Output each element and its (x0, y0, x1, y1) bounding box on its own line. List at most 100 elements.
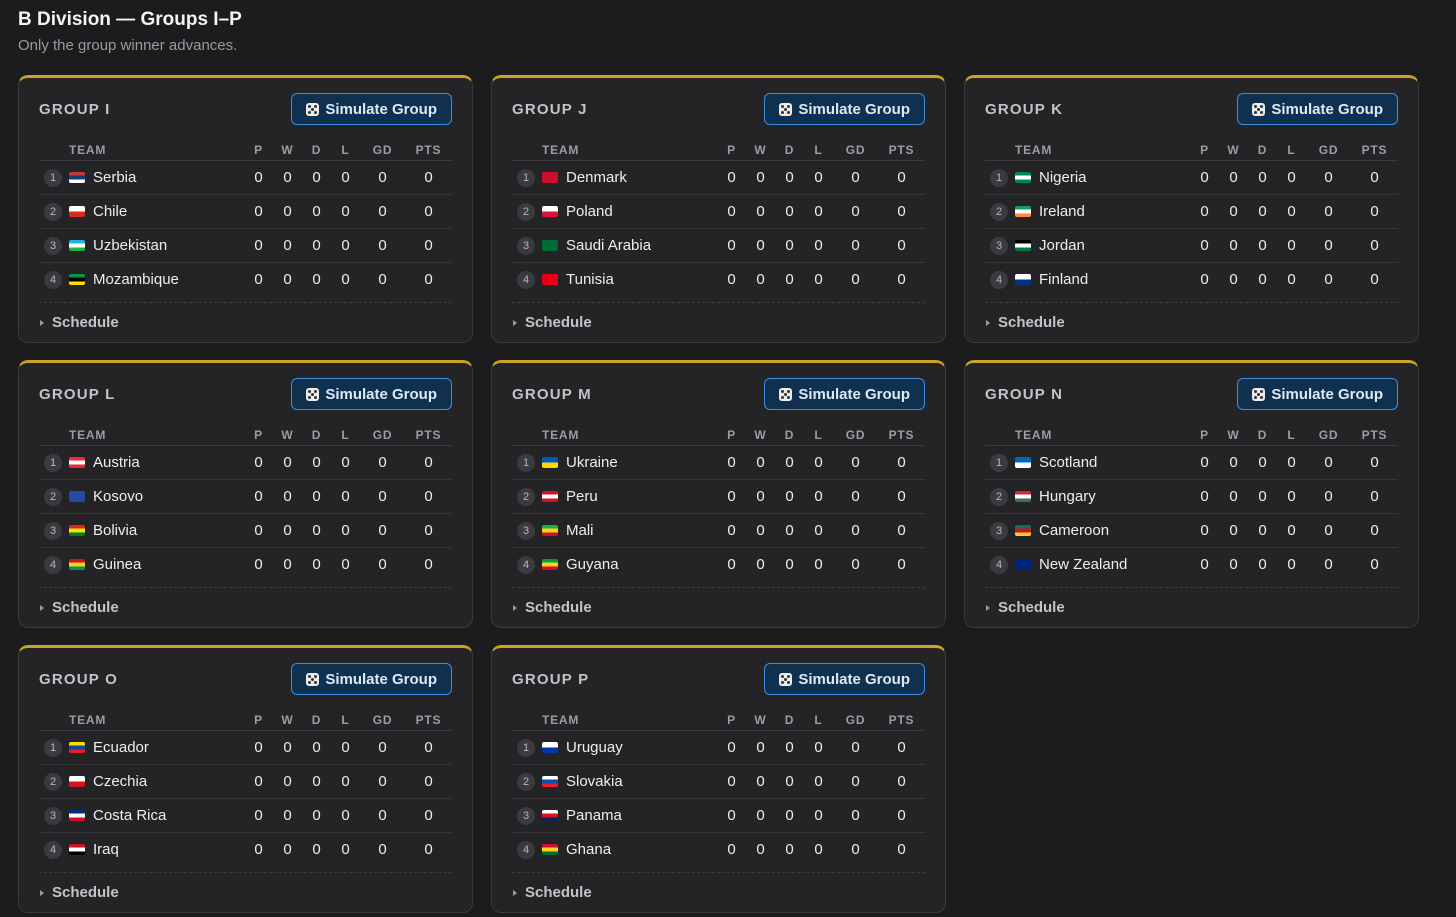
caret-right-icon (40, 889, 44, 896)
schedule-toggle[interactable]: Schedule (512, 302, 925, 342)
column-header-pts: PTS (1351, 140, 1398, 161)
column-header-d: D (775, 425, 804, 446)
page-header: B Division — Groups I–P Only the group w… (18, 8, 242, 56)
team-cell: Serbia (69, 160, 244, 195)
simulate-group-button[interactable]: Simulate Group (291, 663, 452, 695)
stat-d: 0 (1258, 271, 1267, 288)
stat-l: 0 (1277, 194, 1306, 229)
rank-badge: 4 (990, 271, 1008, 289)
simulate-group-button[interactable]: Simulate Group (1237, 93, 1398, 125)
dice-icon (306, 102, 320, 116)
schedule-toggle[interactable]: Schedule (512, 587, 925, 627)
simulate-group-label: Simulate Group (798, 670, 910, 688)
schedule-toggle[interactable]: Schedule (512, 872, 925, 912)
team-name: Ecuador (93, 739, 149, 756)
simulate-group-button[interactable]: Simulate Group (291, 93, 452, 125)
simulate-group-button[interactable]: Simulate Group (764, 93, 925, 125)
schedule-label: Schedule (998, 599, 1065, 616)
column-header-w: W (746, 140, 775, 161)
table-row: 2 Chile 0 0 0 0 0 0 (39, 194, 452, 229)
rank-badge: 4 (517, 271, 535, 289)
flag-mozambique-icon (69, 274, 85, 285)
group-card: GROUP I Simulate Group TEAM P W D L GD PTS 1 Serbi… (18, 75, 473, 343)
flag-austria-icon (69, 457, 85, 468)
simulate-group-button[interactable]: Simulate Group (764, 378, 925, 410)
stat-p: 0 (244, 194, 273, 229)
stat-gd: 0 (1306, 160, 1351, 195)
stat-d: 0 (775, 764, 804, 799)
standings-header-row: TEAM P W D L GD PTS (512, 425, 925, 446)
simulate-group-button[interactable]: Simulate Group (291, 378, 452, 410)
stat-gd: 0 (833, 445, 878, 480)
column-header-pts: PTS (405, 140, 452, 161)
rank-badge: 4 (44, 271, 62, 289)
schedule-label: Schedule (998, 314, 1065, 331)
rank-cell: 1 (985, 445, 1015, 480)
rank-cell: 3 (512, 798, 542, 833)
group-card-header: GROUP N Simulate Group (985, 363, 1398, 425)
group-card-header: GROUP P Simulate Group (512, 648, 925, 710)
stat-l: 0 (341, 271, 350, 288)
schedule-toggle[interactable]: Schedule (985, 302, 1398, 342)
rank-cell: 4 (512, 263, 542, 297)
column-header-l: L (331, 710, 360, 731)
stat-d: 0 (775, 194, 804, 229)
schedule-toggle[interactable]: Schedule (985, 587, 1398, 627)
stat-d: 0 (775, 228, 804, 263)
stat-w: 0 (756, 556, 765, 573)
stat-pts: 0 (424, 841, 433, 858)
column-header-gd: GD (1306, 140, 1351, 161)
rank-badge: 3 (517, 807, 535, 825)
stat-p: 0 (244, 445, 273, 480)
team-name: Austria (93, 454, 140, 471)
team-name: Uruguay (566, 739, 623, 756)
rank-badge: 3 (990, 237, 1008, 255)
team-cell: Finland (1015, 263, 1190, 297)
column-header-w: W (1219, 140, 1248, 161)
table-row: 3 Mali 0 0 0 0 0 0 (512, 513, 925, 548)
table-row: 3 Cameroon 0 0 0 0 0 0 (985, 513, 1398, 548)
rank-badge: 4 (517, 556, 535, 574)
flag-guyana-icon (542, 559, 558, 570)
stat-p: 0 (1190, 479, 1219, 514)
flag-chile-icon (69, 206, 85, 217)
standings-table: TEAM P W D L GD PTS 1 Nigeria 0 0 0 0 0 0 2 Ireland 0 0 0 0 0… (985, 140, 1398, 296)
stat-pts: 0 (1351, 194, 1398, 229)
stat-l: 0 (804, 730, 833, 765)
stat-pts: 0 (878, 798, 925, 833)
stat-w: 0 (746, 764, 775, 799)
simulate-group-button[interactable]: Simulate Group (1237, 378, 1398, 410)
team-cell: Tunisia (542, 263, 717, 297)
schedule-toggle[interactable]: Schedule (39, 587, 452, 627)
column-header-pts: PTS (878, 425, 925, 446)
column-header-gd: GD (360, 140, 405, 161)
column-header-d: D (775, 140, 804, 161)
stat-l: 0 (331, 445, 360, 480)
stat-p: 0 (727, 556, 736, 573)
flag-nigeria-icon (1015, 172, 1031, 183)
stat-d: 0 (775, 730, 804, 765)
stat-l: 0 (331, 194, 360, 229)
stat-w: 0 (746, 228, 775, 263)
stat-p: 0 (717, 764, 746, 799)
stat-p: 0 (244, 228, 273, 263)
schedule-toggle[interactable]: Schedule (39, 872, 452, 912)
group-name: GROUP M (512, 385, 592, 403)
table-row: 1 Nigeria 0 0 0 0 0 0 (985, 160, 1398, 195)
rank-cell: 3 (985, 228, 1015, 263)
schedule-toggle[interactable]: Schedule (39, 302, 452, 342)
simulate-group-label: Simulate Group (325, 385, 437, 403)
team-cell: Cameroon (1015, 513, 1190, 548)
team-cell: Slovakia (542, 764, 717, 799)
simulate-group-button[interactable]: Simulate Group (764, 663, 925, 695)
stat-pts: 0 (405, 228, 452, 263)
flag-czechia-icon (69, 776, 85, 787)
page-subtitle: Only the group winner advances. (18, 37, 238, 54)
column-header-pts: PTS (878, 710, 925, 731)
flag-hungary-icon (1015, 491, 1031, 502)
rank-badge: 4 (44, 841, 62, 859)
stat-d: 0 (302, 730, 331, 765)
stat-l: 0 (341, 556, 350, 573)
stat-p: 0 (1190, 445, 1219, 480)
column-header-l: L (1277, 425, 1306, 446)
